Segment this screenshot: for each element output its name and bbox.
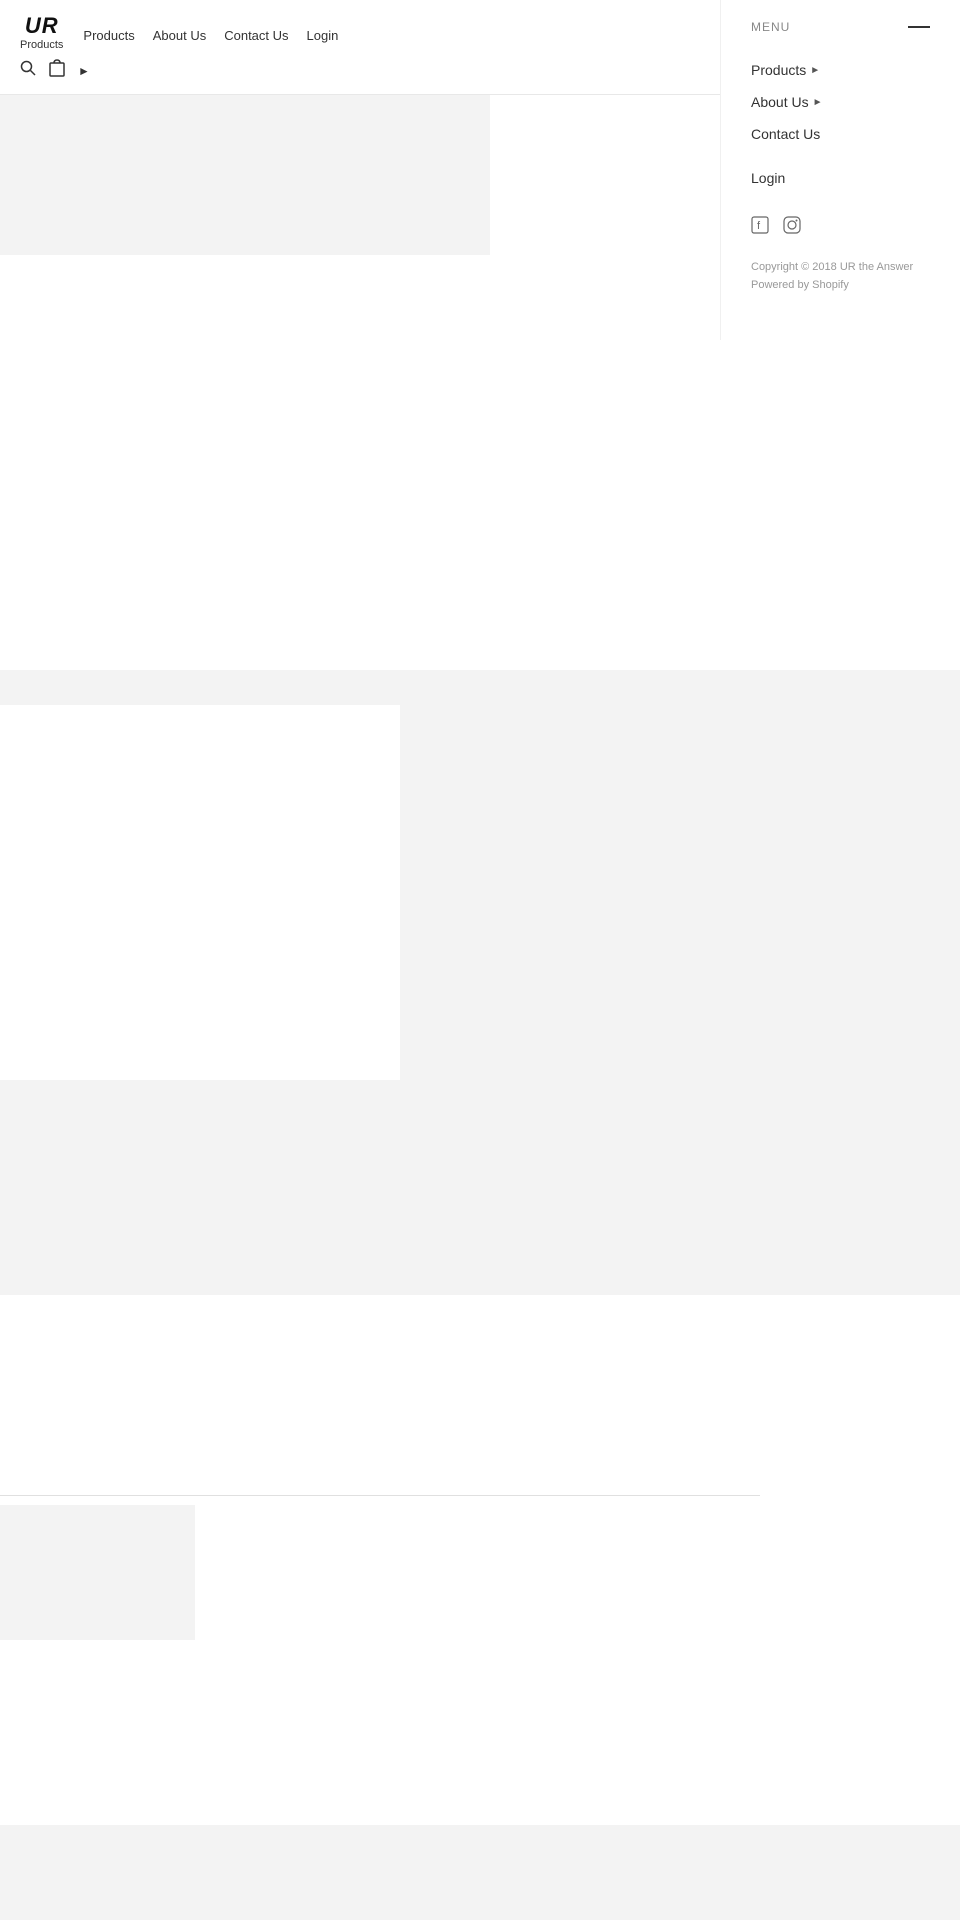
menu-item-about-us-label: About Us (751, 94, 809, 110)
menu-footer: Copyright © 2018 UR the Answer Powered b… (751, 259, 930, 294)
section-3-right-panel (400, 705, 960, 1080)
menu-item-contact-us[interactable]: Contact Us (751, 118, 930, 150)
section-6-divider (0, 1495, 760, 1496)
logo[interactable]: UR (25, 15, 59, 37)
section-3 (0, 670, 960, 1080)
section-3-content (0, 705, 960, 1080)
header-icons: ► (20, 59, 90, 82)
menu-items: Products ► About Us ► Contact Us (751, 54, 930, 150)
gray-strip (0, 670, 960, 705)
menu-overlay: MENU Products ► About Us ► Contact Us Lo… (720, 0, 960, 340)
section-3-left-panel (0, 705, 400, 1080)
search-icon[interactable] (20, 60, 36, 81)
menu-label: MENU (751, 20, 790, 34)
menu-item-contact-us-label: Contact Us (751, 126, 820, 142)
thumbnail-1 (0, 1505, 195, 1640)
section-6 (0, 1495, 960, 1650)
section-2-whitespace (0, 425, 960, 670)
menu-login[interactable]: Login (751, 170, 930, 186)
section-4-gray-block (0, 1080, 960, 1295)
main-content (0, 95, 960, 1920)
main-nav: Products About Us Contact Us Login (83, 28, 356, 43)
facebook-icon[interactable]: f (751, 216, 769, 239)
nav-login[interactable]: Login (307, 28, 339, 43)
section-8-whitespace (0, 1780, 960, 1825)
menu-close-bar: MENU (751, 20, 930, 34)
logo-area: UR Products (20, 10, 63, 51)
section-7-whitespace (0, 1650, 960, 1780)
menu-item-products[interactable]: Products ► (751, 54, 930, 86)
svg-text:f: f (757, 220, 761, 232)
logo-label: Products (20, 39, 63, 51)
thumbnail-2-area (200, 1505, 400, 1640)
products-arrow-icon: ► (810, 65, 820, 76)
header: UR Products Products About Us Contact Us… (0, 0, 960, 95)
nav-contact-us[interactable]: Contact Us (224, 28, 288, 43)
menu-close-icon[interactable] (908, 26, 930, 28)
menu-social: f (751, 216, 930, 239)
section-5-whitespace (0, 1295, 960, 1495)
menu-item-about-us[interactable]: About Us ► (751, 86, 930, 118)
cart-icon[interactable] (48, 59, 66, 82)
nav-products[interactable]: Products (83, 28, 134, 43)
hero-image-placeholder (0, 95, 490, 255)
menu-item-products-label: Products (751, 62, 806, 78)
footer (0, 1825, 960, 1920)
nav-about-us[interactable]: About Us (153, 28, 206, 43)
instagram-icon[interactable] (783, 216, 801, 239)
menu-powered: Powered by Shopify (751, 277, 930, 295)
menu-copyright: Copyright © 2018 UR the Answer (751, 259, 930, 277)
play-icon[interactable]: ► (78, 64, 90, 78)
about-arrow-icon: ► (813, 97, 823, 108)
